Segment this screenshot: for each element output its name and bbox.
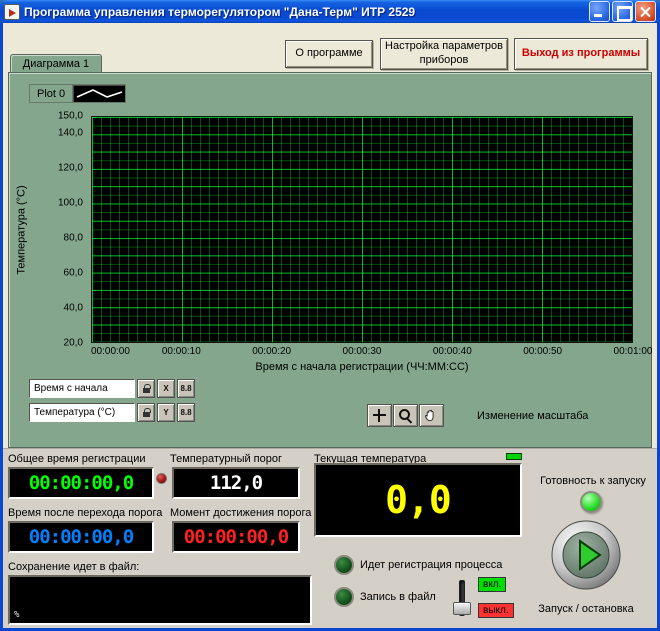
write-file-led: [334, 587, 354, 607]
x-format-button[interactable]: 8.8: [177, 379, 195, 398]
x-tick-label: 00:00:10: [162, 346, 201, 357]
total-time-label: Общее время регистрации: [8, 453, 145, 465]
lock-icon: [143, 412, 150, 417]
file-save-box: %: [8, 575, 312, 625]
tab-diagram-1[interactable]: Диаграмма 1: [10, 54, 102, 73]
registration-label: Идет регистрация процесса: [360, 559, 502, 571]
switch-knob[interactable]: [453, 602, 471, 615]
y-axis-ticks: 150,0140,0120,0100,080,060,040,020,0: [37, 116, 87, 343]
chart-plot-area[interactable]: [91, 116, 633, 343]
y-axis-title: Температура (°C): [13, 116, 31, 343]
time-after-display: 00:00:00,0: [8, 521, 154, 553]
x-tick-label: 00:00:30: [343, 346, 382, 357]
close-button[interactable]: [635, 1, 656, 22]
client-area: О программе Настройка параметров приборо…: [3, 23, 657, 628]
y-tick-label: 140,0: [58, 128, 83, 139]
threshold-label: Температурный порог: [170, 453, 282, 465]
y-tick-label: 100,0: [58, 198, 83, 209]
threshold-input-display[interactable]: 112,0: [172, 467, 300, 499]
threshold-led: [156, 473, 167, 484]
control-panel: Общее время регистрации 00:00:00,0 Темпе…: [3, 448, 657, 628]
threshold-moment-label: Момент достижения порога: [170, 507, 311, 519]
lock-icon: [143, 388, 150, 393]
crosshair-icon: [373, 409, 386, 422]
y-tick-label: 120,0: [58, 163, 83, 174]
exit-program-button[interactable]: Выход из программы: [514, 38, 648, 70]
ready-led: [580, 491, 602, 513]
crosshair-tool-button[interactable]: [367, 404, 392, 427]
app-icon[interactable]: [4, 4, 20, 20]
graph-palette: [367, 404, 445, 427]
switch-off-label: выкл.: [478, 603, 514, 618]
y-tick-label: 150,0: [58, 111, 83, 122]
app-window: Программа управления терморегулятором "Д…: [0, 0, 660, 631]
start-stop-label: Запуск / остановка: [523, 603, 649, 615]
write-file-label: Запись в файл: [360, 591, 436, 603]
plot-line-sample-icon: [73, 85, 125, 102]
play-icon: [550, 519, 622, 591]
minimize-button[interactable]: [589, 1, 610, 22]
switch-on-label: вкл.: [478, 577, 506, 592]
y-tick-label: 60,0: [64, 268, 83, 279]
total-time-display: 00:00:00,0: [8, 467, 154, 499]
window-title: Программа управления терморегулятором "Д…: [24, 5, 589, 19]
x-autoscale-button[interactable]: X: [157, 379, 175, 398]
y-scale-legend-row: Температура (°C) Y 8.8: [29, 403, 195, 422]
x-tick-label: 00:01:00: [614, 346, 653, 357]
time-after-label: Время после перехода порога: [8, 507, 162, 519]
x-tick-label: 00:00:20: [252, 346, 291, 357]
zoom-hint-label: Изменение масштаба: [477, 410, 588, 422]
pan-tool-button[interactable]: [419, 404, 444, 427]
window-controls: [589, 1, 656, 22]
zoom-tool-button[interactable]: [393, 404, 418, 427]
y-autoscale-button[interactable]: Y: [157, 403, 175, 422]
start-stop-button[interactable]: [550, 519, 622, 591]
hand-icon: [424, 408, 439, 423]
x-axis-ticks: 00:00:00 00:00:10 00:00:20 00:00:30 00:00:40…: [91, 346, 633, 359]
maximize-button[interactable]: [612, 1, 633, 22]
text-cursor-glyph: %: [14, 610, 18, 620]
x-tick-label: 00:00:50: [523, 346, 562, 357]
y-format-button[interactable]: 8.8: [177, 403, 195, 422]
y-tick-label: 20,0: [64, 338, 83, 349]
ready-label: Готовность к запуску: [531, 475, 655, 487]
current-temp-display: 0,0: [314, 463, 522, 537]
registration-led: [334, 555, 354, 575]
y-tick-label: 80,0: [64, 233, 83, 244]
status-indicator: [506, 453, 522, 460]
plot-legend[interactable]: Plot 0: [29, 84, 126, 103]
x-scale-name-box[interactable]: Время с начала: [29, 379, 135, 398]
x-scale-legend-row: Время с начала X 8.8: [29, 379, 195, 398]
tab-page-diagram: Plot 0 Температура (°C) 150,0 140,0 120,0 1…: [8, 72, 652, 448]
plot-legend-label[interactable]: Plot 0: [29, 84, 72, 103]
titlebar[interactable]: Программа управления терморегулятором "Д…: [0, 0, 660, 23]
x-scale-lock-button[interactable]: [137, 379, 155, 398]
x-tick-label: 00:00:40: [433, 346, 472, 357]
y-scale-lock-button[interactable]: [137, 403, 155, 422]
y-tick-label: 40,0: [64, 303, 83, 314]
device-settings-button[interactable]: Настройка параметров приборов: [380, 38, 508, 70]
x-axis-title: Время с начала регистрации (ЧЧ:ММ:СС): [91, 361, 633, 373]
x-tick-label: 00:00:00: [91, 346, 130, 357]
about-button[interactable]: О программе: [285, 40, 373, 68]
write-file-toggle-switch[interactable]: [452, 577, 472, 619]
magnifier-icon: [398, 408, 413, 423]
plot-legend-sample[interactable]: [72, 84, 126, 103]
threshold-moment-display: 00:00:00,0: [172, 521, 300, 553]
y-scale-name-box[interactable]: Температура (°C): [29, 403, 135, 422]
file-save-label: Сохранение идет в файл:: [8, 561, 139, 573]
